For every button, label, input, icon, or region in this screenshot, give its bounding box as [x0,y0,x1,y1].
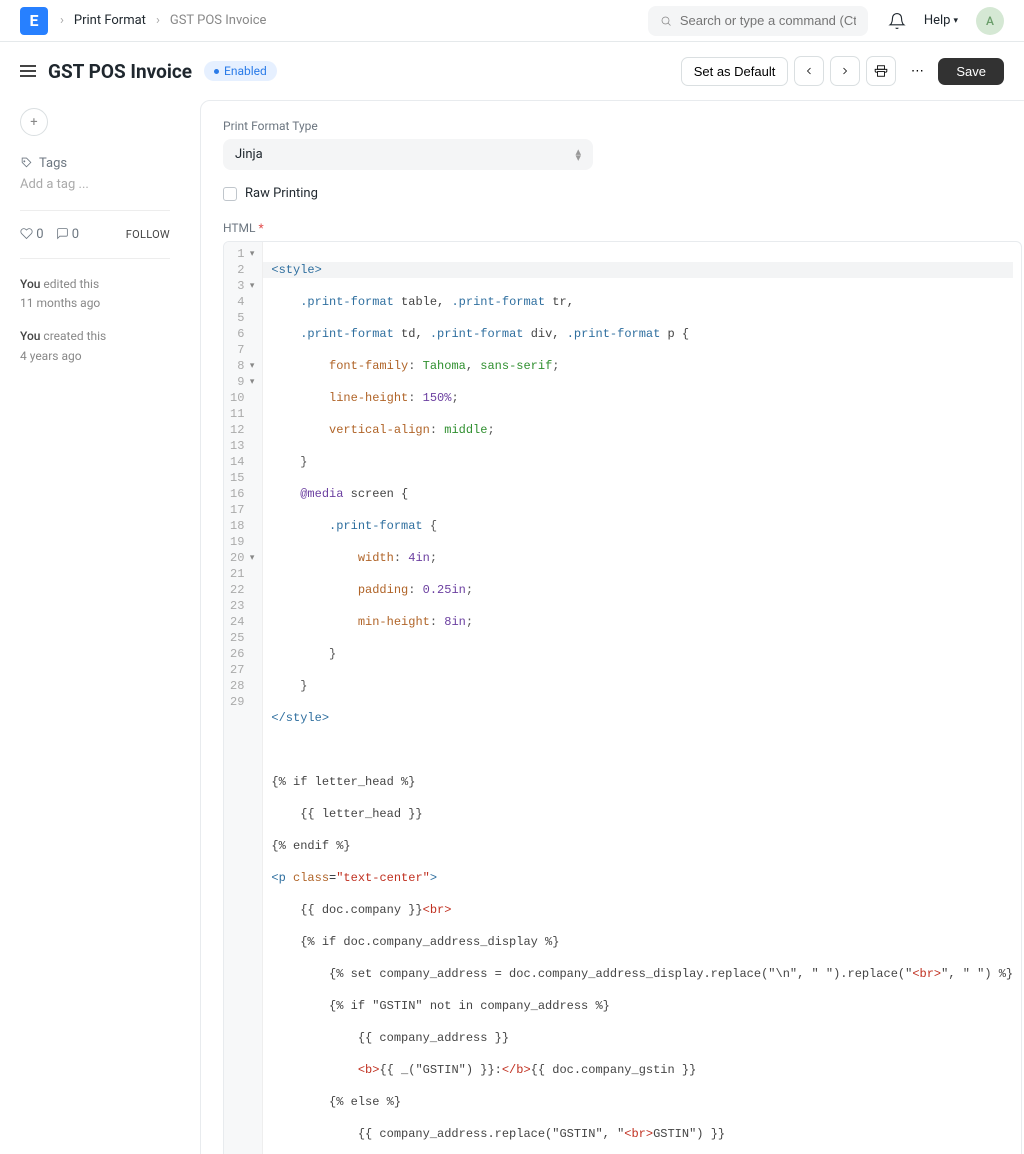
add-button[interactable]: + [20,108,48,136]
breadcrumb-l1[interactable]: Print Format [74,13,146,28]
search-input[interactable] [648,6,868,36]
next-button[interactable] [830,56,860,86]
tags-label: Tags [20,156,170,171]
edit-meta: You edited this 11 months ago [20,275,170,313]
set-default-button[interactable]: Set as Default [681,57,789,86]
search-icon [660,14,672,28]
help-dropdown[interactable]: Help ▾ [924,13,958,28]
type-label: Print Format Type [223,119,1022,133]
add-tag-input[interactable]: Add a tag ... [20,177,170,192]
breadcrumb-l2: GST POS Invoice [170,13,267,28]
logo[interactable]: E [20,7,48,35]
avatar[interactable]: A [976,7,1004,35]
create-meta: You created this 4 years ago [20,327,170,365]
likes-count[interactable]: 0 [20,227,44,242]
html-label: HTML * [223,221,1022,235]
raw-printing-label: Raw Printing [245,186,318,201]
more-button[interactable]: ⋯ [902,56,932,86]
html-editor[interactable]: 1▾23▾45678▾9▾1011121314151617181920▾2122… [223,241,1022,1154]
page-title: GST POS Invoice [48,60,192,83]
line-gutter: 1▾23▾45678▾9▾1011121314151617181920▾2122… [224,242,263,1154]
type-value: Jinja [235,147,263,162]
search-field[interactable] [680,13,856,28]
save-button[interactable]: Save [938,58,1004,85]
status-badge: Enabled [204,61,277,81]
tag-icon [20,157,33,170]
type-select[interactable]: Jinja ▴▾ [223,139,593,170]
print-button[interactable] [866,56,896,86]
prev-button[interactable] [794,56,824,86]
breadcrumb: › Print Format › GST POS Invoice [60,13,266,28]
bell-icon[interactable] [888,12,906,30]
comments-count[interactable]: 0 [56,227,80,242]
raw-printing-checkbox[interactable] [223,187,237,201]
select-chevron-icon: ▴▾ [575,149,581,161]
menu-icon[interactable] [20,65,36,77]
help-label: Help [924,13,951,28]
comment-icon [56,227,69,240]
heart-icon [20,227,33,240]
chevron-down-icon: ▾ [953,16,958,26]
code-content[interactable]: <style> .print-format table, .print-form… [263,242,1021,1154]
follow-button[interactable]: FOLLOW [126,228,170,241]
chevron-right-icon: › [60,13,64,28]
chevron-right-icon: › [156,13,160,28]
